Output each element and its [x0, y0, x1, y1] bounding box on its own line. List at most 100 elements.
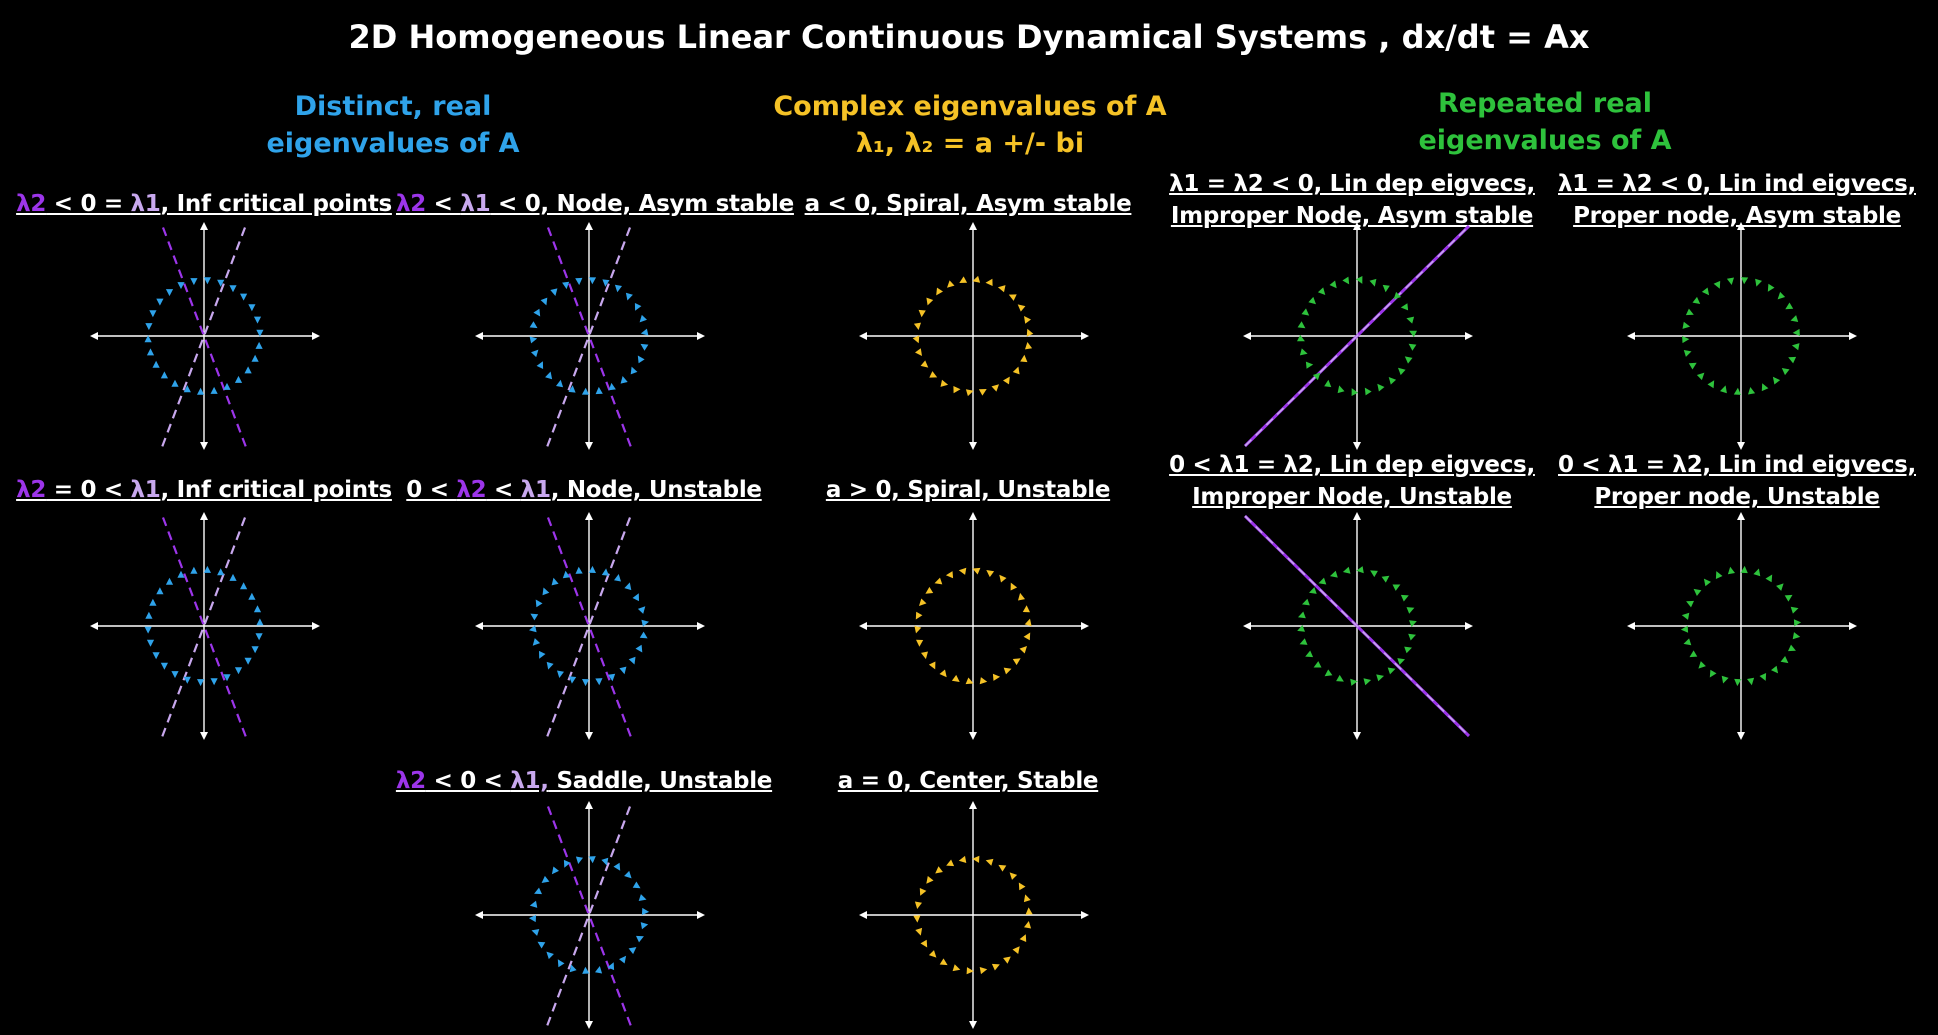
phase-portrait [90, 512, 320, 740]
label-text: = 0 < [46, 477, 131, 503]
flow-arrow [229, 285, 237, 293]
flow-arrow [640, 328, 649, 336]
flow-arrow [640, 922, 649, 930]
flow-arrow [248, 592, 256, 600]
label-text: , Node, Unstable [550, 477, 762, 503]
lambda1: λ1, [510, 768, 549, 794]
label-text: a = 0, Center, Stable [837, 768, 1099, 794]
flow-arrow [1308, 296, 1316, 305]
flow-arrow [1023, 894, 1031, 903]
flow-arrow [1330, 570, 1338, 578]
flow-arrow [628, 947, 637, 955]
flow-arrow [1305, 361, 1314, 369]
flow-arrow [1003, 376, 1010, 385]
flow-arrow [921, 651, 928, 660]
flow-arrow [160, 371, 168, 379]
flow-arrow [171, 671, 179, 679]
flow-arrow [1025, 907, 1033, 915]
flow-arrow [152, 652, 160, 660]
flow-arrow [1741, 277, 1749, 285]
flow-arrow [1788, 644, 1796, 652]
flow-arrow [608, 382, 616, 391]
flow-arrow [1748, 387, 1756, 395]
flow-arrow [628, 656, 636, 665]
flow-arrow [545, 371, 553, 380]
flow-arrow [638, 894, 647, 901]
flow-arrow [536, 361, 544, 369]
flow-arrow [1753, 568, 1761, 577]
flow-arrow [1342, 276, 1350, 285]
flow-arrow [251, 646, 259, 654]
flow-arrow [985, 858, 994, 866]
flow-arrow [1696, 372, 1705, 381]
flow-arrow [940, 379, 949, 387]
flow-arrow [1772, 376, 1781, 385]
flow-arrow [1400, 594, 1409, 602]
flow-arrow [551, 866, 559, 875]
y-axis-arrow-down [969, 442, 977, 450]
lambda1: λ1 [130, 191, 161, 217]
flow-arrow [613, 862, 621, 871]
flow-arrow [991, 384, 999, 392]
flow-arrow [1324, 669, 1333, 677]
flow-arrow [190, 566, 198, 574]
diagram-label-10: 0 < λ1 = λ2, Lin ind eigvecs, Proper nod… [1545, 449, 1929, 513]
flow-arrow [1688, 362, 1697, 370]
flow-arrow [1313, 661, 1322, 668]
flow-arrow [1397, 658, 1405, 665]
flow-arrow [1788, 356, 1797, 364]
flow-arrow [1299, 638, 1308, 645]
label-text: < 0 = [46, 191, 131, 217]
flow-arrow [595, 966, 603, 974]
flow-arrow [636, 935, 644, 943]
label-line1: λ1 = λ2 < 0, Lin ind eigvecs, [1558, 171, 1916, 197]
flow-arrow [1009, 872, 1018, 880]
flow-arrow [1376, 674, 1384, 682]
flow-arrow [1329, 280, 1337, 289]
lambda2: λ2 [396, 191, 426, 217]
flow-arrow [1776, 583, 1784, 591]
flow-arrow [1022, 605, 1030, 613]
flow-arrow [1364, 387, 1372, 396]
phase-portrait [859, 512, 1089, 740]
diagram-label-11: λ2 < 0 < λ1, Saddle, Unstable [392, 765, 776, 797]
flow-arrow [947, 280, 955, 288]
y-axis-arrow-up [1353, 222, 1361, 230]
flow-arrow [1721, 675, 1729, 684]
flow-arrow [160, 662, 168, 670]
flow-arrow [619, 666, 627, 675]
label-text: , Inf critical points [160, 191, 393, 217]
flow-arrow [632, 593, 639, 602]
flow-arrow [951, 674, 960, 682]
flow-arrow [156, 298, 164, 306]
flow-arrow [919, 888, 927, 896]
flow-arrow [914, 625, 922, 634]
flow-arrow [916, 639, 924, 647]
phase-portrait [1627, 512, 1857, 740]
flow-arrow [913, 322, 921, 330]
flow-arrow [1012, 946, 1020, 954]
flow-arrow [203, 565, 211, 573]
group-header-line1: Complex eigenvalues of A [773, 91, 1167, 122]
flow-arrow [1298, 611, 1306, 619]
flow-arrow [1759, 673, 1767, 681]
label-text: < 0 < [425, 768, 511, 794]
y-axis-arrow-up [969, 222, 977, 230]
flow-arrow [619, 955, 627, 964]
flow-arrow [149, 598, 157, 606]
flow-arrow [1010, 582, 1018, 591]
flow-arrow [1019, 646, 1027, 654]
x-axis-arrow-right [1081, 332, 1089, 340]
x-axis-arrow-right [312, 332, 320, 340]
flow-arrow [1019, 934, 1027, 942]
flow-arrow [999, 574, 1007, 583]
flow-arrow [925, 586, 934, 594]
flow-arrow [915, 348, 922, 356]
flow-arrow [146, 348, 155, 356]
flow-arrow [1692, 296, 1701, 304]
flow-arrow [197, 679, 205, 687]
flow-arrow [918, 309, 926, 318]
flow-arrow [575, 566, 583, 574]
flow-arrow [540, 297, 548, 306]
x-axis-arrow-right [1081, 622, 1089, 630]
